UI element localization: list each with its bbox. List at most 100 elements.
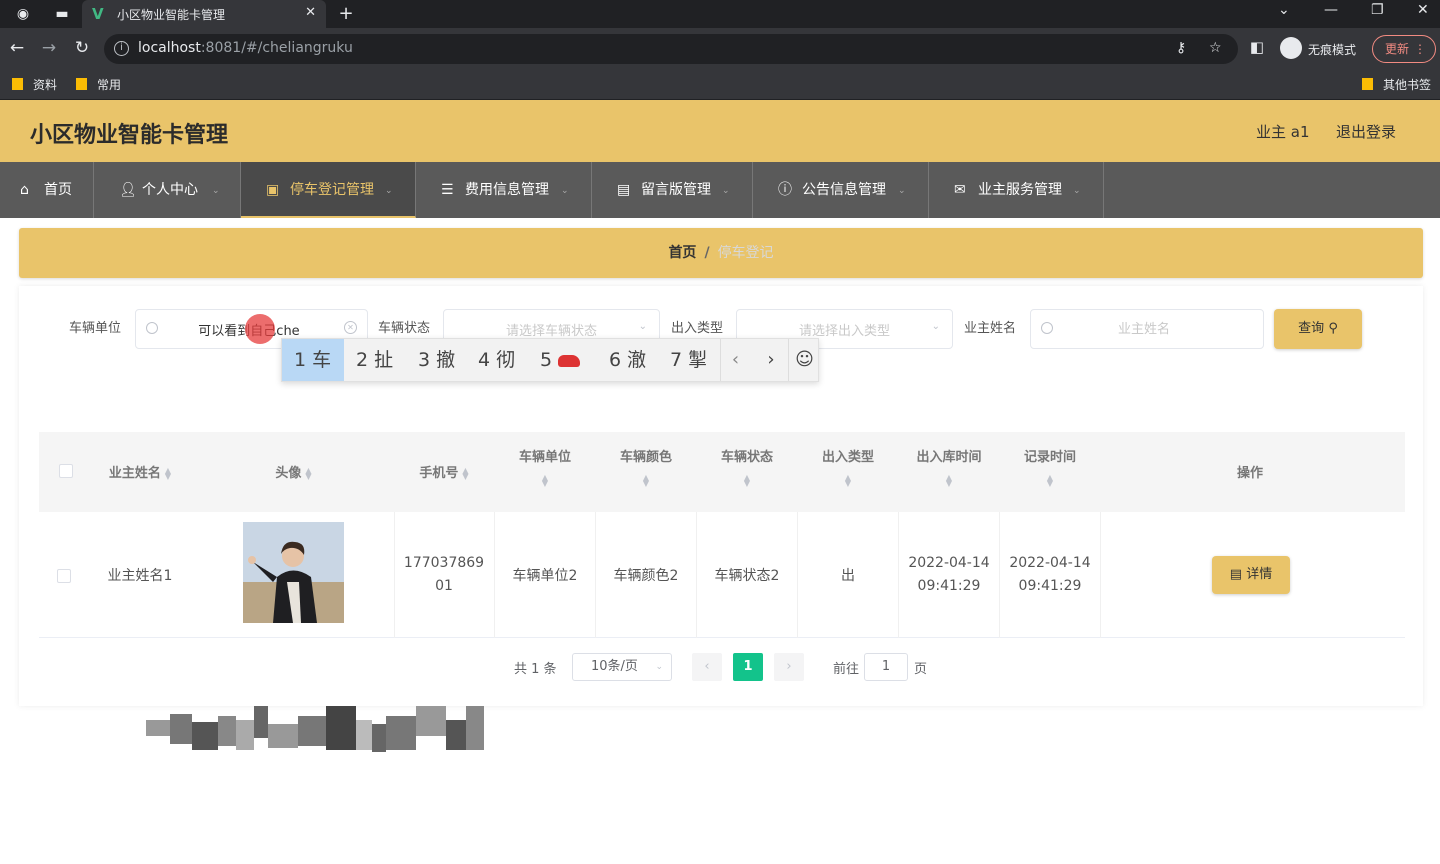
bookmarks-bar: 资料 常用 其他书签 — [0, 70, 1440, 100]
emoji-icon[interactable]: ☺ — [788, 339, 820, 381]
app-title: 小区物业智能卡管理 — [30, 123, 229, 148]
vehicle-unit-label: 车辆单位 — [69, 321, 122, 336]
breadcrumb-home[interactable]: 首页 — [668, 245, 696, 261]
back-icon[interactable]: ← — [6, 38, 28, 58]
key-icon[interactable]: ⚷ — [1176, 40, 1186, 56]
menu-announcements[interactable]: ⓘ 公告信息管理 ⌄ — [753, 162, 929, 218]
close-tab-icon[interactable]: ✕ — [305, 5, 316, 20]
cell-io-type: 出 — [841, 568, 855, 584]
io-type-placeholder: 请选择出入类型 — [798, 324, 890, 339]
menu-fees[interactable]: ☰ 费用信息管理 ⌄ — [416, 162, 592, 218]
ime-candidate[interactable]: 5 — [528, 339, 596, 381]
goto-label: 前往 — [833, 662, 860, 677]
bookmark-folder[interactable]: 资料 — [12, 76, 57, 93]
pixelated-watermark — [146, 706, 486, 752]
chevron-down-icon: ⌄ — [638, 321, 647, 332]
th-io-type[interactable]: 出入类型 ▲ ▼ — [798, 446, 898, 488]
mail-icon: ✉ — [954, 182, 966, 198]
home-icon: ⌂ — [20, 182, 29, 198]
main-menu: ⌂ 首页 👤︎ 个人中心 ⌄ ▣ 停车登记管理 ⌄ ☰ 费用信息管理 ⌄ ▤ 留… — [0, 162, 1440, 218]
page-size-select[interactable]: 10条/页 ⌄ — [572, 653, 672, 681]
th-vehicle-color[interactable]: 车辆颜色 ▲ ▼ — [596, 446, 696, 488]
new-tab-icon[interactable]: + — [336, 4, 356, 24]
th-io-time[interactable]: 出入库时间 ▲ ▼ — [899, 446, 999, 488]
tab-search-icon[interactable]: ⌄ — [1278, 2, 1290, 18]
menu-message-board[interactable]: ▤ 留言版管理 ⌄ — [592, 162, 753, 218]
briefcase-icon: ▣ — [266, 182, 280, 198]
bookmark-folder[interactable]: 常用 — [76, 76, 121, 93]
sort-icon: ▲ ▼ — [945, 473, 953, 488]
document-icon: ▤ — [617, 182, 631, 198]
search-icon — [146, 322, 158, 334]
menu-parking[interactable]: ▣ 停车登记管理 ⌄ — [241, 162, 416, 218]
th-phone[interactable]: 手机号 ▲ ▼ — [394, 462, 494, 481]
clear-icon[interactable]: ✕ — [344, 321, 357, 334]
restore-icon[interactable]: ❐ — [1371, 2, 1384, 18]
io-type-label: 出入类型 — [671, 321, 724, 336]
ime-candidate-bar: 1 车 2 扯 3 撤 4 彻 5 6 澈 7 掣 ‹ › ☺ — [281, 338, 819, 382]
cell-phone: 177037869 01 — [403, 555, 485, 594]
th-owner-name[interactable]: 业主姓名 ▲ ▼ — [88, 462, 192, 481]
cell-record-time: 2022-04-14 09:41:29 — [1009, 555, 1091, 594]
minimize-icon[interactable]: — — [1324, 2, 1338, 18]
incognito-label: 无痕模式 — [1308, 43, 1357, 57]
more-icon: ⋮ — [1414, 42, 1426, 56]
chevron-down-icon: ⌄ — [212, 186, 220, 196]
url-text: localhost:8081/#/cheliangruku — [138, 40, 353, 56]
update-button[interactable]: 更新 ⋮ — [1372, 35, 1436, 63]
chevron-down-icon: ⌄ — [561, 186, 569, 196]
incognito-icon[interactable] — [1280, 37, 1302, 59]
detail-button[interactable]: ▤ 详情 — [1212, 556, 1290, 594]
sidebar-icon[interactable]: ◧ — [1246, 38, 1268, 56]
th-record-time[interactable]: 记录时间 ▲ ▼ — [1000, 446, 1100, 488]
ime-candidate[interactable]: 4 彻 — [466, 339, 528, 381]
folder-icon — [1362, 78, 1373, 90]
vehicle-status-label: 车辆状态 — [378, 321, 431, 336]
ime-next-icon[interactable]: › — [756, 339, 786, 381]
forward-icon[interactable]: → — [38, 38, 60, 58]
omnibox[interactable]: i localhost:8081/#/cheliangruku ⚷ ☆ — [104, 34, 1238, 64]
chevron-down-icon: ⌄ — [385, 186, 393, 196]
globe-icon[interactable]: ◉ — [13, 4, 33, 24]
owner-avatar-image — [243, 522, 344, 623]
ime-candidate[interactable]: 6 澈 — [597, 339, 659, 381]
th-vehicle-status[interactable]: 车辆状态 ▲ ▼ — [697, 446, 797, 488]
site-info-icon[interactable]: i — [114, 41, 129, 56]
chevron-down-icon: ⌄ — [722, 186, 730, 196]
owner-name-input-wrap — [1030, 309, 1264, 349]
logout-link[interactable]: 退出登录 — [1336, 121, 1396, 142]
menu-personal-center[interactable]: 👤︎ 个人中心 ⌄ — [94, 162, 241, 218]
page-suffix: 页 — [914, 662, 928, 677]
next-page-icon[interactable]: › — [774, 653, 804, 681]
menu-owner-services[interactable]: ✉ 业主服务管理 ⌄ — [929, 162, 1104, 218]
ime-candidate[interactable]: 7 掣 — [658, 339, 720, 381]
tab-overview-icon[interactable]: ▬ — [52, 4, 72, 24]
th-avatar[interactable]: 头像 ▲ ▼ — [243, 462, 344, 481]
ime-candidate[interactable]: 2 扯 — [344, 339, 406, 381]
chevron-down-icon: ⌄ — [655, 662, 663, 672]
current-page[interactable]: 1 — [733, 653, 763, 681]
reload-icon[interactable]: ↻ — [71, 38, 93, 58]
owner-name-input[interactable] — [1059, 310, 1229, 348]
ime-candidate[interactable]: 3 撤 — [406, 339, 468, 381]
ime-prev-icon[interactable]: ‹ — [720, 339, 750, 381]
list-icon: ☰ — [441, 182, 454, 198]
pagination-total: 共 1 条 — [514, 662, 557, 677]
sort-icon: ▲ ▼ — [642, 473, 650, 488]
cell-vehicle-status: 车辆状态2 — [714, 568, 780, 584]
th-vehicle-unit[interactable]: 车辆单位 ▲ ▼ — [495, 446, 595, 488]
select-all-checkbox[interactable] — [59, 464, 73, 478]
menu-home[interactable]: ⌂ 首页 — [0, 162, 94, 218]
browser-tab[interactable]: V 小区物业智能卡管理 ✕ — [82, 0, 326, 28]
other-bookmarks[interactable]: 其他书签 — [1362, 76, 1431, 93]
row-checkbox[interactable] — [57, 569, 71, 583]
cell-vehicle-color: 车辆颜色2 — [613, 568, 679, 584]
owner-name-label: 业主姓名 — [964, 321, 1017, 336]
chevron-down-icon: ⌄ — [898, 186, 906, 196]
query-button[interactable]: 查询 ⚲ — [1274, 309, 1362, 349]
star-icon[interactable]: ☆ — [1209, 40, 1222, 56]
ime-candidate[interactable]: 1 车 — [282, 339, 344, 381]
window-close-icon[interactable]: ✕ — [1417, 2, 1429, 18]
prev-page-icon[interactable]: ‹ — [692, 653, 722, 681]
goto-page-input[interactable]: 1 — [864, 653, 908, 681]
